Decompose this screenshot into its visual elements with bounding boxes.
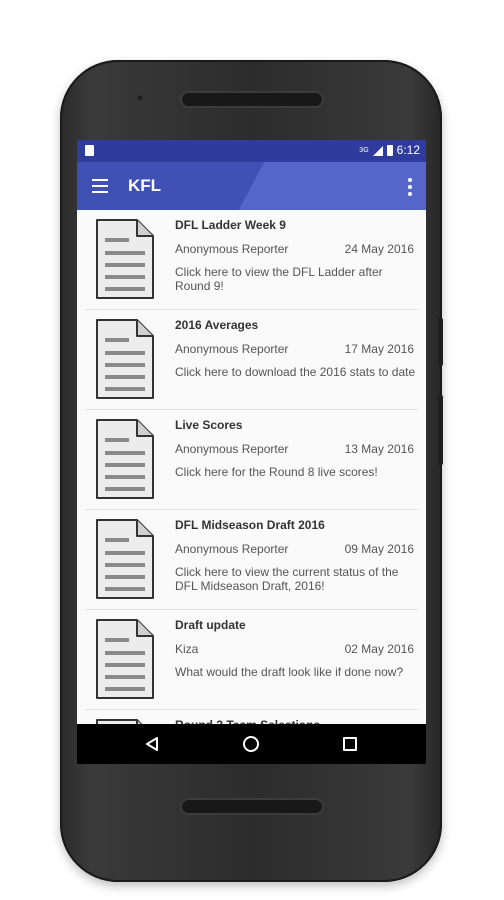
screen: 3G 6:12 KFL DFL Ladder Week 9 Anonymous … <box>77 140 426 764</box>
front-camera <box>136 94 144 102</box>
item-date: 02 May 2016 <box>344 642 414 656</box>
recents-square-icon[interactable] <box>343 737 357 751</box>
power-button <box>438 395 443 465</box>
list-item[interactable]: 2016 Averages Anonymous Reporter 17 May … <box>85 310 418 410</box>
item-description: What would the draft look like if done n… <box>175 665 404 679</box>
item-description: Click here to download the 2016 stats to… <box>175 365 416 379</box>
volume-button <box>438 318 443 366</box>
item-author: Anonymous Reporter <box>175 542 289 556</box>
item-date: 09 May 2016 <box>344 542 414 556</box>
item-date: 17 May 2016 <box>344 342 414 356</box>
status-right: 3G 6:12 <box>359 143 420 157</box>
item-title: 2016 Averages <box>175 318 259 332</box>
sd-card-icon <box>85 145 94 156</box>
list-item[interactable]: Draft update Kiza 02 May 2016 What would… <box>85 610 418 710</box>
bottom-speaker <box>182 800 322 813</box>
list-item[interactable]: DFL Ladder Week 9 Anonymous Reporter 24 … <box>85 210 418 310</box>
more-vert-icon[interactable] <box>408 178 412 199</box>
battery-icon <box>386 144 393 156</box>
item-description: Click here to view the DFL Ladder after … <box>175 265 383 293</box>
status-time: 6:12 <box>396 143 420 157</box>
item-title: DFL Ladder Week 9 <box>175 218 286 232</box>
document-icon <box>96 419 154 499</box>
document-icon <box>96 219 154 299</box>
list-item[interactable]: Live Scores Anonymous Reporter 13 May 20… <box>85 410 418 510</box>
hamburger-menu-icon[interactable] <box>92 179 108 193</box>
signal-icon <box>372 145 383 156</box>
item-description: Click here for the Round 8 live scores! <box>175 465 378 479</box>
item-date: 13 May 2016 <box>344 442 414 456</box>
article-list: DFL Ladder Week 9 Anonymous Reporter 24 … <box>77 210 426 764</box>
item-author: Anonymous Reporter <box>175 242 289 256</box>
item-title: DFL Midseason Draft 2016 <box>175 518 325 532</box>
document-icon <box>96 619 154 699</box>
item-author: Anonymous Reporter <box>175 342 289 356</box>
home-circle-icon[interactable] <box>243 736 259 752</box>
app-title: KFL <box>128 176 162 195</box>
item-author: Anonymous Reporter <box>175 442 289 456</box>
nav-bar <box>77 724 426 764</box>
item-title: Draft update <box>175 618 246 632</box>
list-item[interactable]: DFL Midseason Draft 2016 Anonymous Repor… <box>85 510 418 610</box>
document-icon <box>96 519 154 599</box>
top-speaker <box>182 93 322 106</box>
item-date: 24 May 2016 <box>344 242 414 256</box>
item-title: Live Scores <box>175 418 243 432</box>
item-description: Click here to view the current status of… <box>175 565 399 593</box>
document-icon <box>96 319 154 399</box>
app-toolbar: KFL <box>77 162 426 210</box>
network-type: 3G <box>359 146 369 154</box>
item-author: Kiza <box>175 642 199 656</box>
back-triangle-icon[interactable] <box>145 736 159 752</box>
status-bar: 3G 6:12 <box>77 140 426 162</box>
